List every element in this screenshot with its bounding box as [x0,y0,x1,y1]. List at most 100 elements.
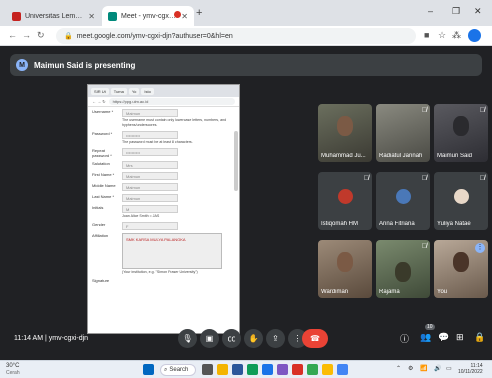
shared-tab: SIR Ut [91,87,109,95]
shared-tab: Yo [128,87,140,95]
present-button[interactable]: ⇪ [266,329,285,348]
profile-avatar[interactable] [468,29,481,42]
form-label: First Name * [92,172,115,177]
form-row: Username * Maimun The username must contai… [92,109,235,128]
start-icon[interactable] [143,364,154,375]
app-icon[interactable] [322,364,333,375]
extensions-icon[interactable]: ⁂ [452,30,461,41]
participant-tile[interactable]: 🎙̸ Yuliya Natae [434,172,488,230]
form-input: Mrs [122,161,178,169]
participant-tile[interactable]: ⋮ You [434,240,488,298]
tab-universitas[interactable]: Universitas Lembung Mangkurat ✕ [6,6,101,26]
store-icon[interactable] [262,364,273,375]
windows-taskbar: 30°C Cerah ⌕ Search ⌃ ⚙ 📶 🔊 ▭ 11:14 10/1… [0,360,492,378]
tray-icon[interactable]: ⚙ [408,365,413,372]
word-icon[interactable] [232,364,243,375]
form-input: •••••••••• [122,148,178,156]
participant-tile[interactable]: 🎙̸ Rajama [376,240,430,298]
gmail-icon [12,11,21,21]
taskbar-search[interactable]: ⌕ Search [160,364,196,376]
form-row: Salutation Mrs [92,161,235,169]
shared-address-bar: ← → ↻ https://ppg.ulm.ac.id [88,97,239,107]
meeting-time: 11:14 AM [14,335,44,342]
participant-name: You [437,289,448,295]
form-row: Gender F [92,222,235,230]
reload-icon[interactable]: ↻ [37,30,45,41]
search-icon: ⌕ [164,366,168,373]
activities-icon[interactable]: ⊞ [456,332,464,343]
search-label: Search [169,367,189,373]
people-icon[interactable]: 👥 [420,332,431,343]
volume-icon[interactable]: 🔊 [434,365,441,372]
forward-icon[interactable]: → [22,30,31,40]
shared-scrollbar [234,131,238,191]
restore-button[interactable]: ❐ [452,6,460,17]
participant-tile[interactable]: Muhammad Ju... [318,104,372,162]
form-input: Maimun [122,194,178,202]
present-icon: ⇪ [272,334,279,343]
close-tab-icon[interactable]: ✕ [88,12,95,21]
form-input: M [122,205,178,213]
close-tab-icon[interactable]: ✕ [181,12,188,21]
microphone-button[interactable]: 🎙 [178,329,197,348]
form-input: •••••••••• [122,131,178,139]
chat-icon[interactable]: 💬 [438,332,449,343]
participant-tile[interactable]: Wardiman [318,240,372,298]
battery-icon[interactable]: ▭ [446,365,452,372]
more-options-icon[interactable]: ⋮ [475,243,485,253]
info-icon[interactable]: ⓘ [400,332,409,345]
form-label: Initials [92,205,104,210]
end-call-button[interactable]: ☎ [302,329,328,348]
excel-icon[interactable] [247,364,258,375]
close-window-button[interactable]: ✕ [474,6,482,17]
mic-off-icon: 🎙̸ [363,175,369,182]
more-vert-icon: ⋮ [293,334,302,343]
new-tab-button[interactable]: + [196,7,202,19]
weather-widget[interactable]: 30°C Cerah [6,363,20,377]
task-view-icon[interactable] [202,364,213,375]
captions-button[interactable]: ㏄ [222,329,241,348]
form-label: Salutation [92,161,110,166]
participant-video [453,116,469,136]
participant-name: Rajama [379,289,400,295]
shared-screen: SIR Ut Tuma Yo Isto ← → ↻ https://ppg.ul… [87,84,240,334]
back-icon[interactable]: ← [8,30,17,40]
form-row: Repeat password * •••••••••• [92,148,235,158]
app-icon[interactable] [292,364,303,375]
app-icon[interactable] [337,364,348,375]
mic-icon: 🎙 [182,334,193,343]
address-bar[interactable]: 🔒 meet.google.com/ymv-cgxi-djn?authuser=… [56,28,416,44]
camera-button[interactable]: ▣ [200,329,219,348]
participant-tile[interactable]: 🎙̸ Arina Fitriana [376,172,430,230]
form-hint: (Your institution, e.g. "Simon Fraser Un… [122,270,198,274]
taskbar-clock[interactable]: 11:14 10/11/2022 [458,363,483,375]
tray-chevron-icon[interactable]: ⌃ [396,365,401,372]
shared-tab: Isto [141,87,154,95]
app-icon[interactable] [277,364,288,375]
mic-off-icon: 🎙̸ [479,107,485,114]
taskbar-date: 10/11/2022 [458,369,483,375]
raise-hand-button[interactable]: ✋ [244,329,263,348]
host-controls-icon[interactable]: 🔒 [474,332,485,343]
presenter-avatar-icon: M [16,59,28,71]
form-row: Affiliation SMK KARSA MULYA PALANGKA (Your… [92,233,235,275]
form-hint: The username must contain only lowercase… [122,118,227,127]
form-input: F [122,222,178,230]
bookmark-star-icon[interactable]: ☆ [438,30,446,41]
affiliation-textarea: SMK KARSA MULYA PALANGKA [122,233,222,269]
participant-tile[interactable]: 🎙̸ Istiqomah HM [318,172,372,230]
form-row: Last Name * Maimun [92,194,235,202]
file-explorer-icon[interactable] [217,364,228,375]
wifi-icon[interactable]: 📶 [420,365,427,372]
minimize-button[interactable]: – [428,6,433,16]
weather-temp: 30°C [6,363,20,369]
form-row: Middle Name Maimun [92,183,235,191]
chrome-icon[interactable] [307,364,318,375]
participant-tile[interactable]: 🎙̸ Maimun Said [434,104,488,162]
participant-tile[interactable]: 🎙̸ Radiatul Jannah [376,104,430,162]
form-row: First Name * Maimun [92,172,235,180]
camera-icon: ▣ [205,334,214,343]
participant-name: Yuliya Natae [437,221,471,227]
camera-permission-icon[interactable]: ■ [424,30,429,40]
form-label: Middle Name [92,183,116,188]
